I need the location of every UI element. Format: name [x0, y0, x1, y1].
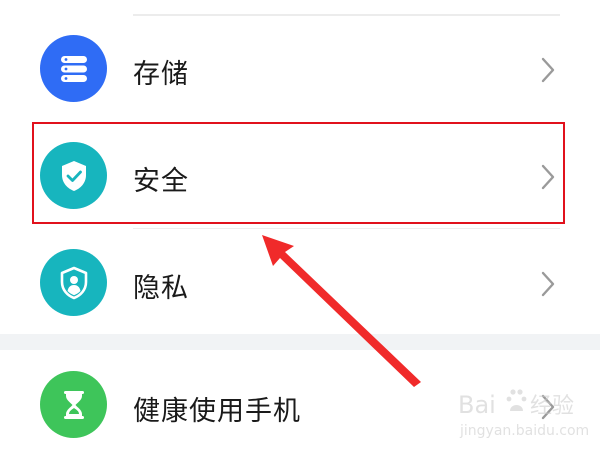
baidu-jingyan-watermark: Bai 经验 jingyan.baidu.com [458, 389, 589, 439]
watermark-brand: Bai [458, 391, 496, 419]
watermark-brand-suffix: 经验 [530, 394, 574, 419]
paw-icon [506, 389, 527, 411]
watermark-url: jingyan.baidu.com [459, 423, 589, 439]
